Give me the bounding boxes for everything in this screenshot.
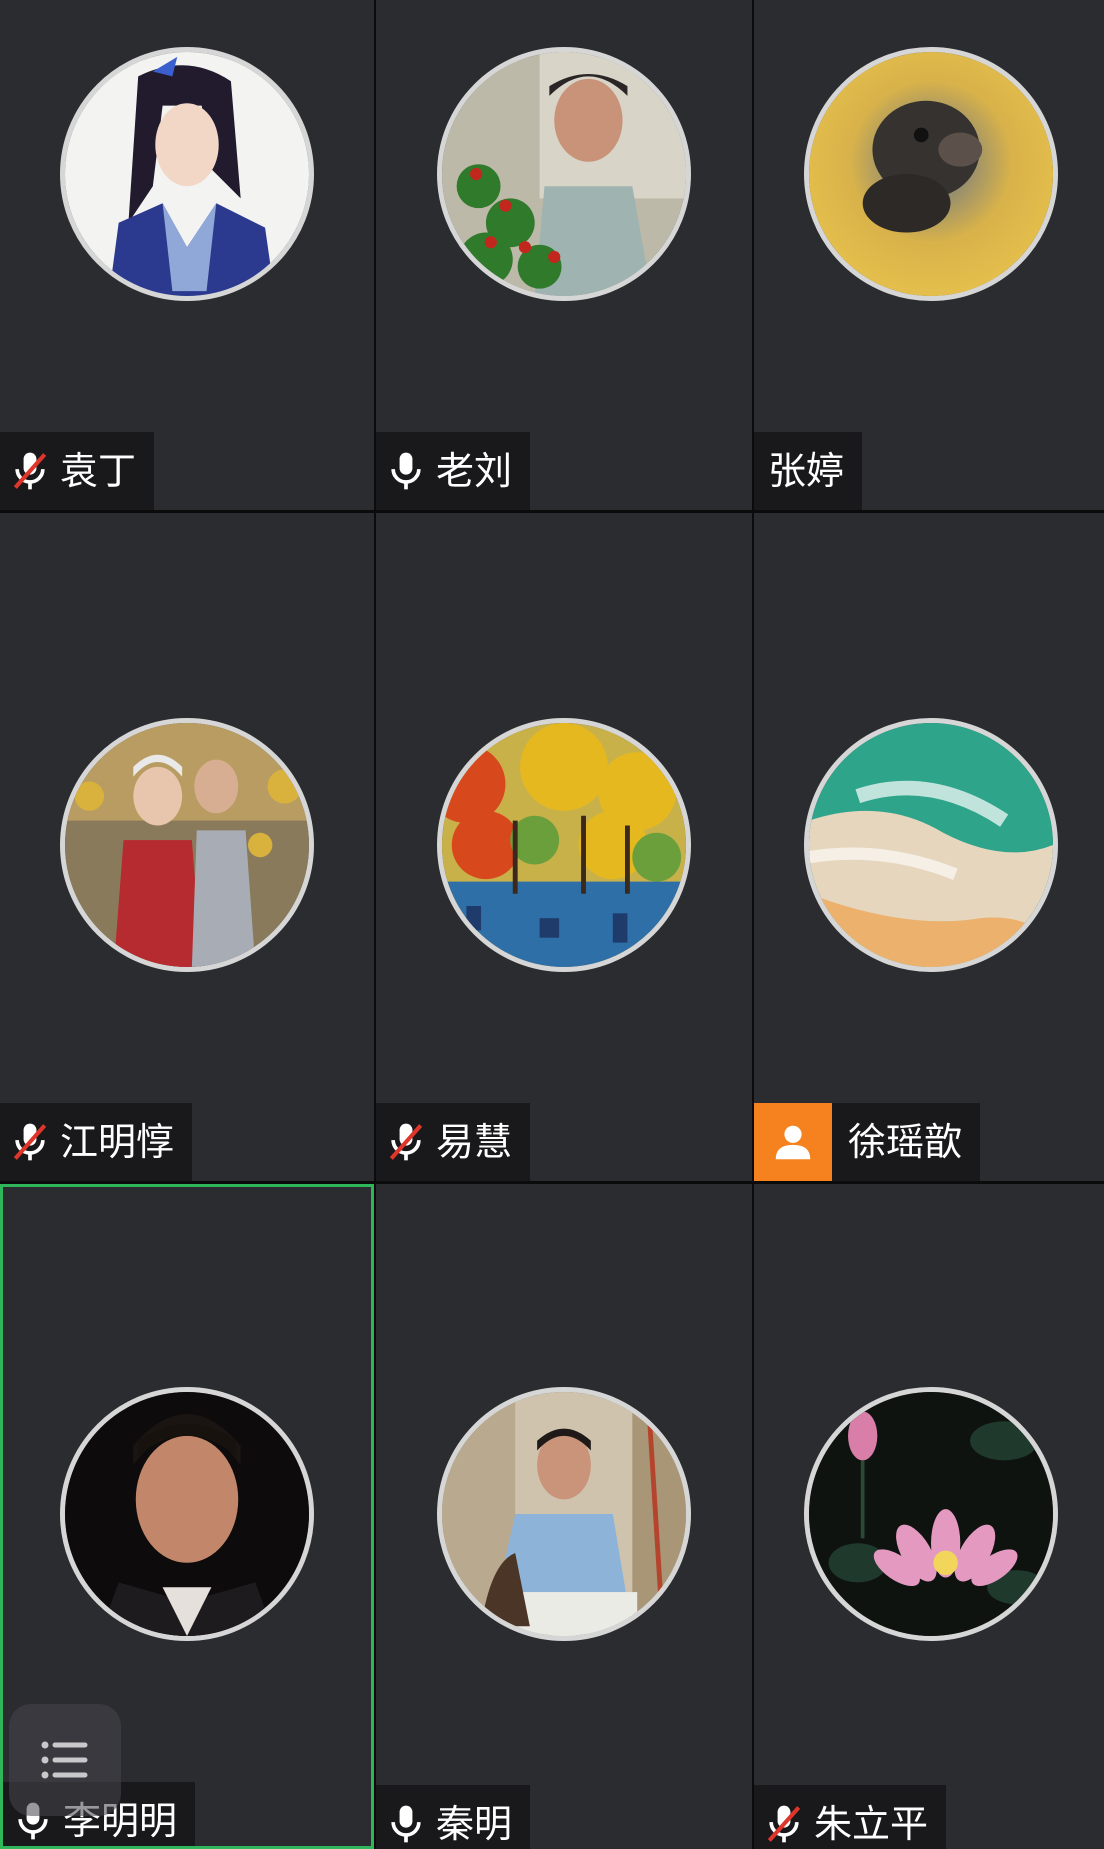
name-tag: 易慧 [376,1103,531,1181]
participant-list-icon [41,1741,88,1779]
video-grid: 袁丁 老刘 张婷 江明惇 易慧 徐瑶歆 李明明 秦明 朱立平 [0,0,1104,1849]
microphone-muted-icon[interactable] [0,432,60,510]
microphone-icon[interactable] [376,432,436,510]
microphone-muted-icon[interactable] [376,1103,436,1181]
participant-name: 张婷 [768,449,845,493]
participant-tile-xuyaoxin[interactable]: 徐瑶歆 [754,513,1104,1181]
avatar [804,1387,1058,1641]
participant-name: 秦明 [436,1802,513,1846]
participant-tile-limingming[interactable]: 李明明 [0,1184,374,1849]
participant-list-button[interactable] [9,1704,121,1816]
avatar [60,47,314,301]
participant-name: 徐瑶歆 [848,1120,963,1164]
participant-name: 袁丁 [60,449,137,493]
avatar [437,1387,691,1641]
participant-name: 朱立平 [814,1802,929,1846]
name-tag: 徐瑶歆 [754,1103,981,1181]
name-tag: 老刘 [376,432,531,510]
name-tag: 张婷 [754,432,863,510]
avatar [437,47,691,301]
participant-tile-laoliu[interactable]: 老刘 [376,0,752,510]
participant-name: 老刘 [436,449,513,493]
microphone-muted-icon[interactable] [0,1103,60,1181]
participant-tile-yuanding[interactable]: 袁丁 [0,0,374,510]
name-tag: 江明惇 [0,1103,193,1181]
microphone-icon[interactable] [376,1785,436,1849]
name-tag: 袁丁 [0,432,155,510]
avatar [804,47,1058,301]
avatar [804,718,1058,972]
name-tag: 朱立平 [754,1785,947,1849]
microphone-muted-icon[interactable] [754,1785,814,1849]
participant-tile-jiangmingdun[interactable]: 江明惇 [0,513,374,1181]
participant-tile-zhangting[interactable]: 张婷 [754,0,1104,510]
participant-name: 易慧 [436,1120,513,1164]
participant-name: 江明惇 [60,1120,175,1164]
person-icon [754,1103,832,1181]
participant-tile-zhuliping[interactable]: 朱立平 [754,1184,1104,1849]
avatar [437,718,691,972]
avatar [60,1387,314,1641]
participant-tile-yihui[interactable]: 易慧 [376,513,752,1181]
participant-tile-qinming[interactable]: 秦明 [376,1184,752,1849]
name-tag: 秦明 [376,1785,531,1849]
avatar [60,718,314,972]
